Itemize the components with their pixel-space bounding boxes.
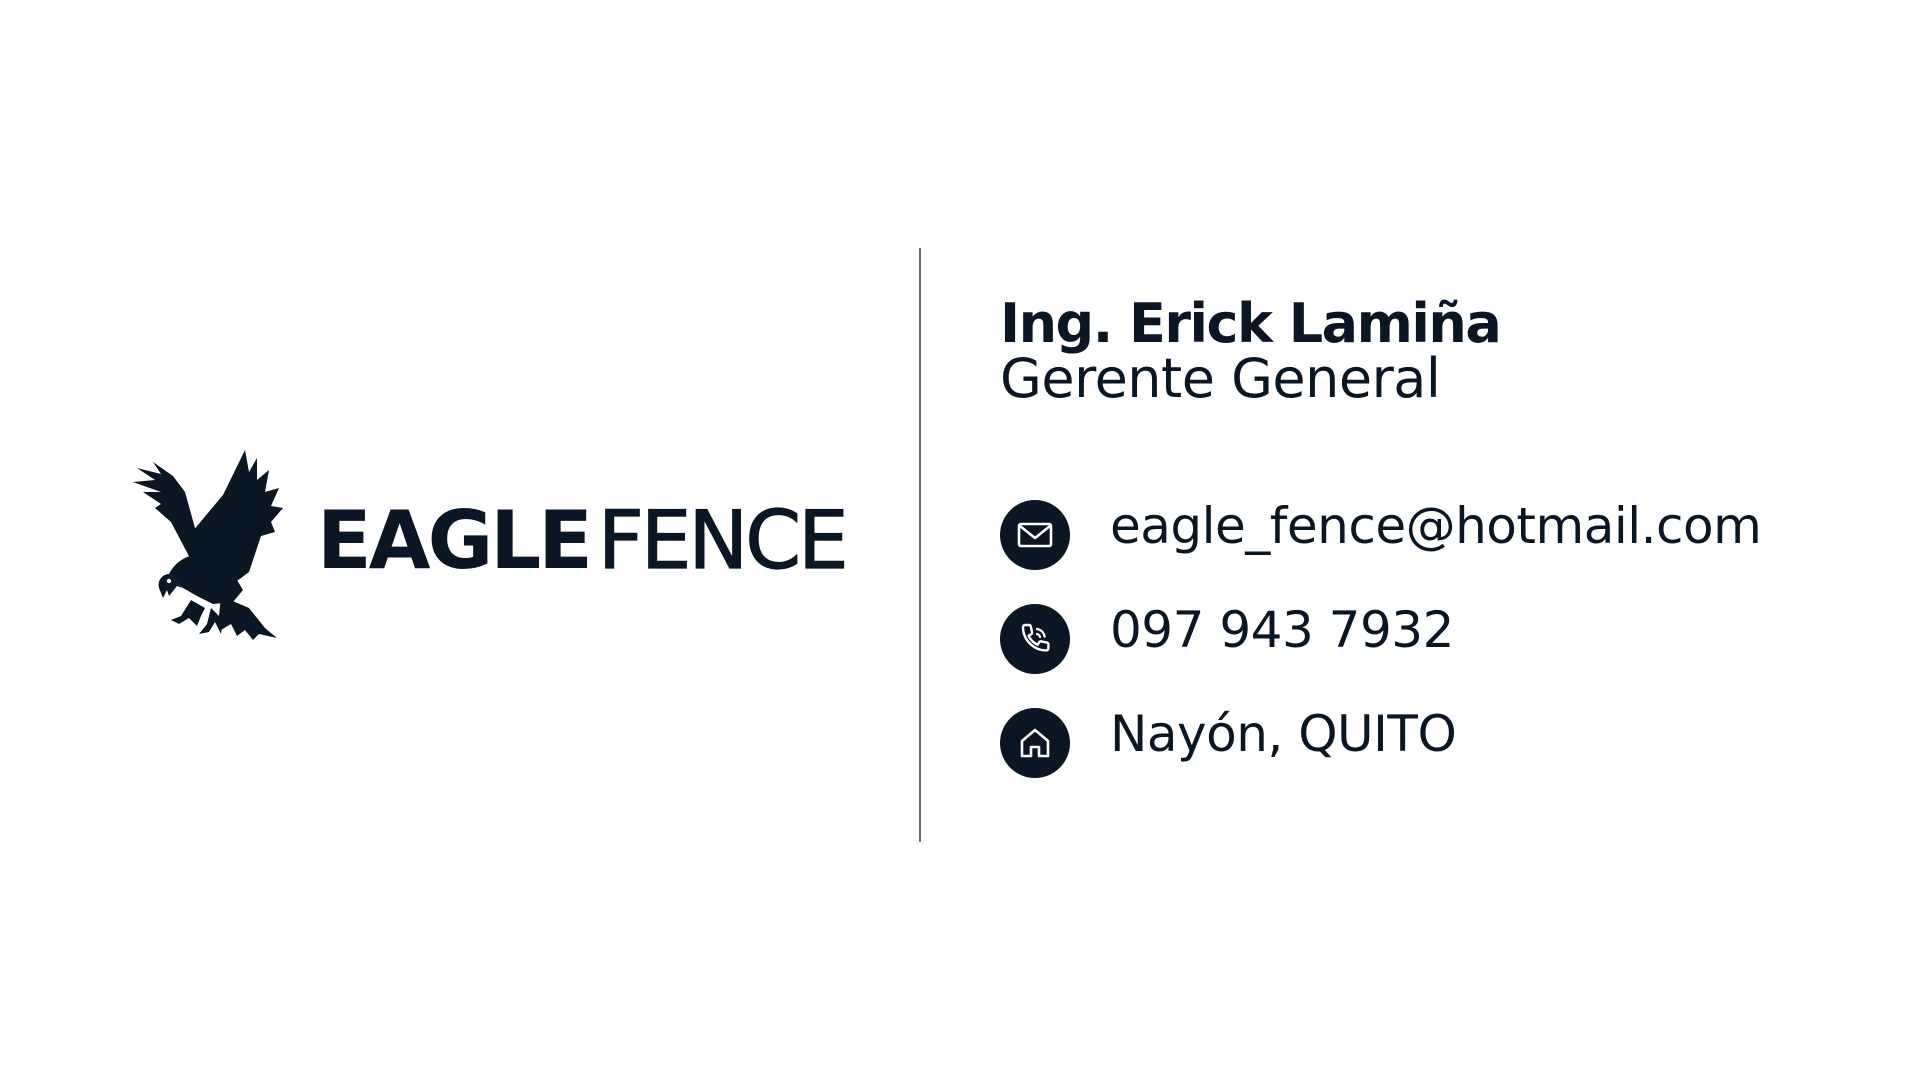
contact-email: eagle_fence@hotmail.com [1000, 500, 1880, 604]
address-text: Nayón, QUITO [1110, 705, 1457, 763]
contact-address: Nayón, QUITO [1000, 708, 1880, 812]
email-link[interactable]: eagle_fence@hotmail.com [1110, 500, 1762, 552]
person-name: Ing. Erick Lamiña [1000, 292, 1502, 355]
contact-list: eagle_fence@hotmail.com 097 943 7932 Nay… [1000, 500, 1880, 812]
person-role: Gerente General [1000, 347, 1441, 410]
company-wordmark: EAGLE FENCE [317, 494, 849, 587]
business-card: EAGLE FENCE Ing. Erick Lamiña Gerente Gen… [0, 0, 1920, 1080]
company-logo: EAGLE FENCE [125, 440, 849, 655]
person-info: Ing. Erick Lamiña Gerente General [1000, 292, 1900, 410]
contact-phone: 097 943 7932 [1000, 604, 1880, 708]
eagle-icon [133, 450, 283, 640]
wordmark-eagle: EAGLE [317, 494, 593, 587]
wordmark-fence: FENCE [597, 494, 849, 587]
phone-link[interactable]: 097 943 7932 [1110, 604, 1454, 656]
mail-icon [1000, 500, 1070, 570]
phone-icon [1000, 604, 1070, 674]
vertical-divider [919, 248, 921, 842]
home-icon [1000, 708, 1070, 778]
